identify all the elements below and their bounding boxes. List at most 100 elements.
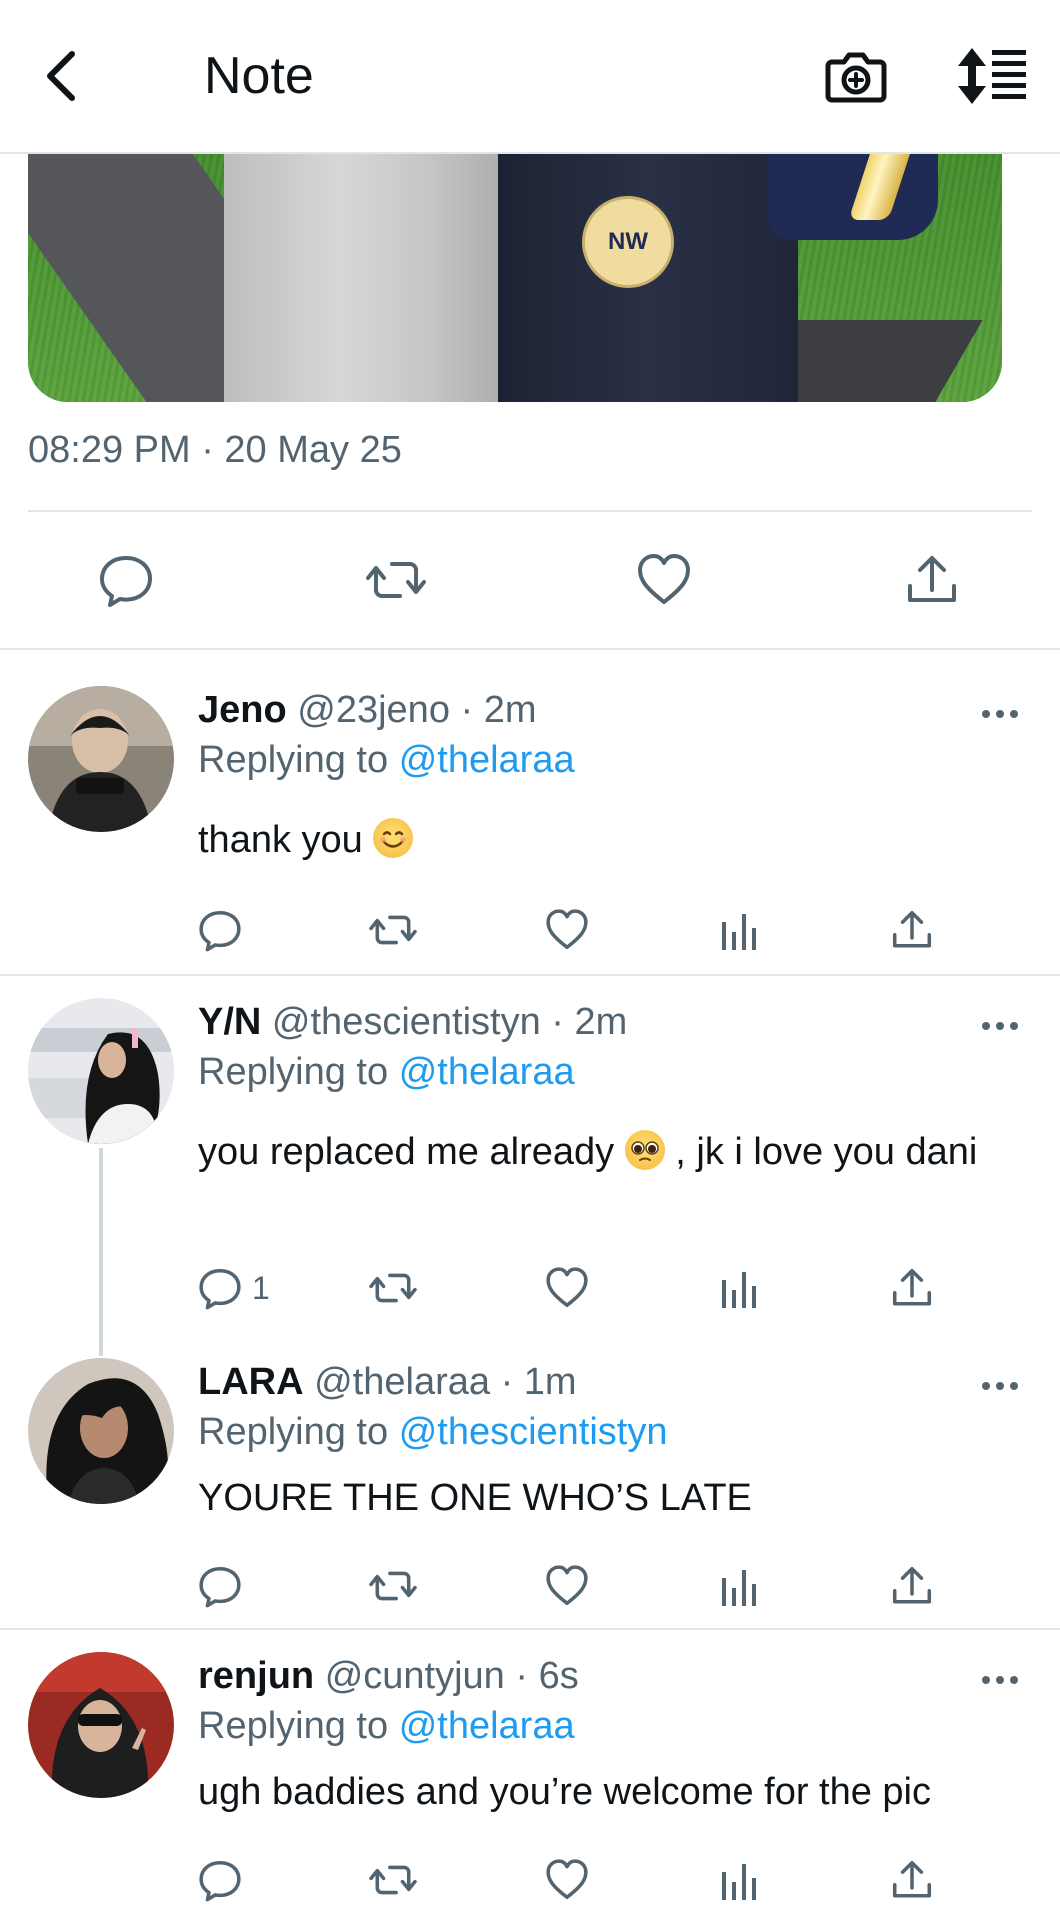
replying-prefix: Replying to (198, 1411, 389, 1453)
back-button[interactable] (38, 44, 86, 108)
more-options-button[interactable] (980, 1670, 1020, 1690)
share-icon (892, 910, 932, 948)
reply-header: Y/N @thescientistyn · 2m (198, 998, 627, 1046)
user-handle: @23jeno · 2m (297, 689, 537, 731)
avatar[interactable] (28, 1358, 174, 1504)
more-options-button[interactable] (980, 1376, 1020, 1396)
reply-button[interactable] (198, 1850, 242, 1910)
retweet-button[interactable] (368, 1556, 418, 1616)
heart-icon (546, 1267, 588, 1308)
smiling-face-emoji (373, 818, 414, 858)
views-button[interactable] (720, 900, 760, 960)
reply-text: YOURE THE ONE WHO’S LATE (198, 1477, 752, 1519)
sort-button[interactable] (956, 44, 1030, 108)
reply-button[interactable]: 1 (198, 1258, 270, 1318)
avatar[interactable] (28, 686, 174, 832)
reply-button[interactable] (198, 900, 242, 960)
reply-text: you replaced me already , jk i love you … (198, 1126, 1028, 1178)
share-icon (892, 1566, 932, 1604)
avatar-image (28, 998, 174, 1144)
reply-text: thank you (198, 814, 1028, 866)
replying-to-mention[interactable]: @thelaraa (399, 739, 575, 781)
comment-icon (199, 910, 241, 952)
comment-icon (199, 1566, 241, 1608)
camera-add-icon (825, 52, 887, 103)
reply-actions (198, 1556, 958, 1616)
more-icon (982, 1382, 1018, 1390)
share-button[interactable] (890, 1850, 934, 1910)
reply-text-part-1: you replaced me already (198, 1131, 615, 1173)
more-icon (982, 1022, 1018, 1030)
more-icon (982, 710, 1018, 718)
replying-prefix: Replying to (198, 739, 389, 781)
sort-list-icon (958, 48, 1026, 104)
avatar[interactable] (28, 998, 174, 1144)
share-button[interactable] (902, 540, 962, 620)
reply-text-part-2: , jk i love you dani (675, 1131, 978, 1173)
avatar[interactable] (28, 1652, 174, 1798)
replying-to-mention[interactable]: @thelaraa (399, 1051, 575, 1093)
reply-button[interactable] (198, 1556, 242, 1616)
share-icon (892, 1860, 932, 1898)
analytics-icon (722, 1272, 756, 1308)
like-button[interactable] (544, 900, 590, 960)
like-button[interactable] (544, 1850, 590, 1910)
reply-header: Jeno @23jeno · 2m (198, 686, 537, 734)
replying-to-mention[interactable]: @thescientistyn (399, 1411, 668, 1453)
replying-prefix: Replying to (198, 1051, 389, 1093)
retweet-button[interactable] (368, 900, 418, 960)
user-handle: @thelaraa · 1m (314, 1361, 577, 1403)
divider (0, 1628, 1060, 1630)
top-bar: Note (0, 0, 1060, 154)
share-button[interactable] (890, 1556, 934, 1616)
display-name[interactable]: renjun (198, 1655, 314, 1697)
display-name[interactable]: LARA (198, 1361, 304, 1403)
avatar-image (28, 1358, 174, 1504)
camera-button[interactable] (824, 44, 888, 108)
post-timestamp: 08:29 PM · 20 May 25 (28, 429, 402, 471)
replying-to: Replying to @thelaraa (198, 736, 575, 784)
analytics-icon (722, 1570, 756, 1606)
divider (0, 974, 1060, 976)
views-button[interactable] (720, 1556, 760, 1616)
more-options-button[interactable] (980, 704, 1020, 724)
retweet-icon (369, 1865, 417, 1895)
like-button[interactable] (544, 1556, 590, 1616)
display-name[interactable]: Jeno (198, 689, 287, 731)
share-button[interactable] (890, 900, 934, 960)
views-button[interactable] (720, 1850, 760, 1910)
retweet-button[interactable] (368, 1850, 418, 1910)
comment-icon (100, 556, 152, 607)
like-button[interactable] (544, 1258, 590, 1318)
more-options-button[interactable] (980, 1016, 1020, 1036)
replying-to: Replying to @thelaraa (198, 1048, 575, 1096)
retweet-icon (369, 915, 417, 945)
chevron-left-icon (47, 51, 75, 101)
thread-connector (99, 1148, 103, 1356)
retweet-icon (366, 562, 426, 598)
share-icon (892, 1268, 932, 1306)
heart-icon (638, 554, 690, 604)
reply-text: ugh baddies and you’re welcome for the p… (198, 1771, 932, 1813)
share-button[interactable] (890, 1258, 934, 1318)
reply-text-content: thank you (198, 819, 363, 861)
replying-to: Replying to @thescientistyn (198, 1408, 668, 1456)
replying-to-mention[interactable]: @thelaraa (399, 1705, 575, 1747)
like-button[interactable] (634, 540, 694, 620)
comment-icon (199, 1860, 241, 1902)
retweet-icon (369, 1273, 417, 1303)
pleading-face-emoji (624, 1130, 665, 1170)
retweet-button[interactable] (368, 1258, 418, 1318)
reply-button[interactable] (96, 540, 156, 620)
views-button[interactable] (720, 1258, 760, 1318)
replying-prefix: Replying to (198, 1705, 389, 1747)
retweet-button[interactable] (366, 540, 426, 620)
replying-to: Replying to @thelaraa (198, 1702, 575, 1750)
reply-header: renjun @cuntyjun · 6s (198, 1652, 579, 1700)
analytics-icon (722, 914, 756, 950)
divider (0, 648, 1060, 650)
reply-actions (198, 1850, 958, 1910)
heart-icon (546, 1565, 588, 1606)
share-icon (908, 556, 956, 602)
display-name[interactable]: Y/N (198, 1001, 261, 1043)
